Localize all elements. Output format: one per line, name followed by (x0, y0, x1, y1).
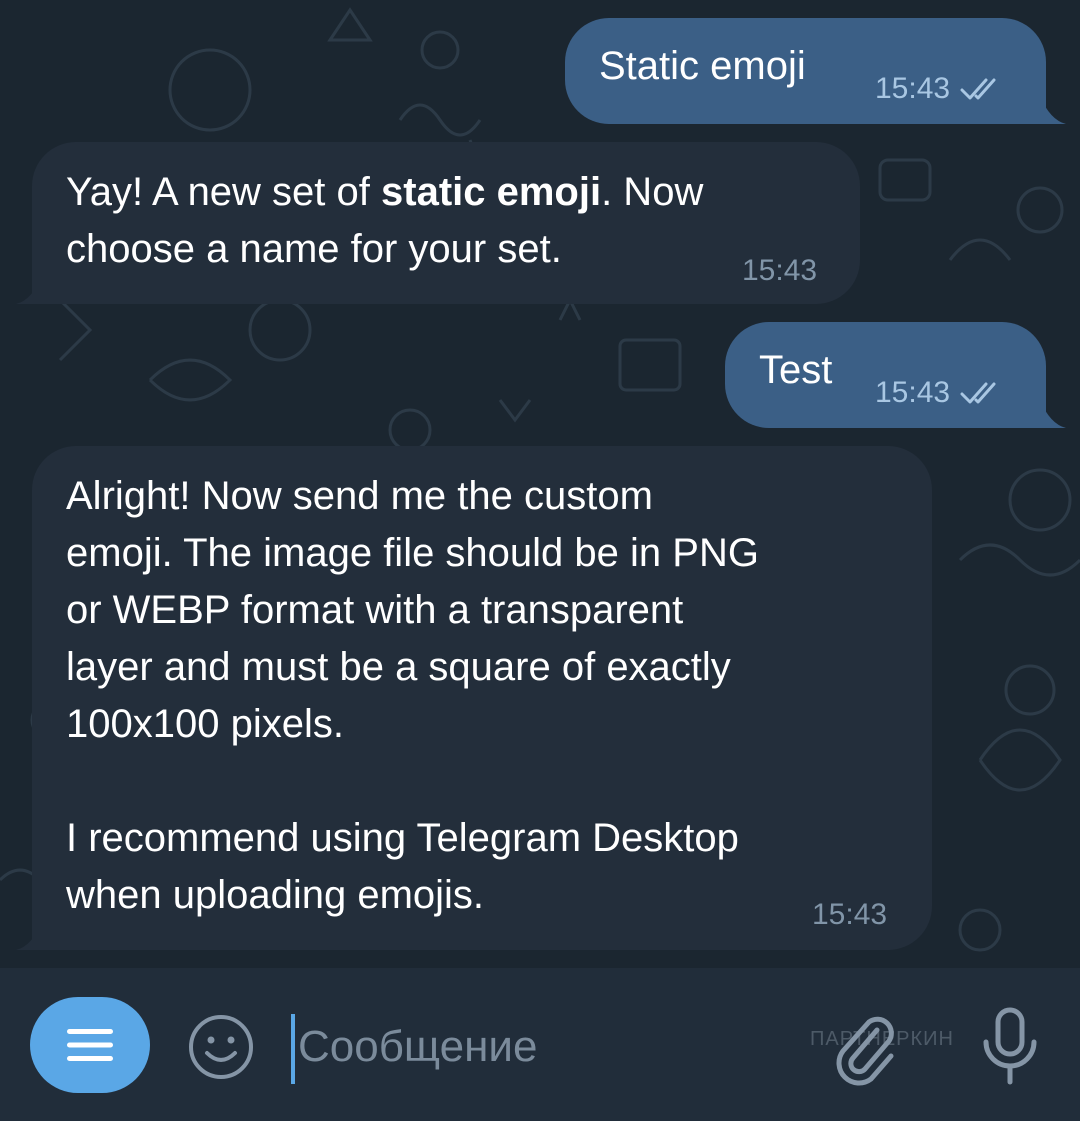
double-check-icon (960, 78, 996, 100)
message-time: 15:43 (742, 254, 818, 287)
message-composer: ПАРТНЕРКИН (0, 968, 1080, 1121)
bot-menu-button[interactable] (30, 997, 150, 1093)
message-meta: 15:43 (875, 376, 1002, 410)
chat-area[interactable]: Static emoji 15:43 Yay! A new set of sta… (0, 0, 1080, 968)
message-incoming[interactable]: Yay! A new set of static emoji. Now choo… (32, 142, 860, 304)
message-time: 15:43 (875, 376, 951, 409)
message-text: Test (759, 348, 833, 392)
double-check-icon (960, 382, 996, 404)
message-outgoing[interactable]: Test 15:43 (725, 322, 1046, 428)
message-meta: 15:43 (875, 72, 1002, 106)
message-input[interactable] (298, 1012, 778, 1082)
message-time: 15:43 (875, 72, 951, 105)
message-text: Yay! A new set of static emoji. Now choo… (66, 164, 703, 278)
message-outgoing[interactable]: Static emoji 15:43 (565, 18, 1046, 124)
text-cursor (291, 1014, 295, 1084)
message-text: Alright! Now send me the custom emoji. T… (66, 474, 759, 917)
message-meta: 15:43 (742, 254, 817, 288)
bubble-tail (16, 276, 42, 304)
message-text-part: Yay! A new set of (66, 170, 381, 214)
message-incoming[interactable]: Alright! Now send me the custom emoji. T… (32, 446, 932, 950)
message-time: 15:43 (812, 898, 888, 931)
bubble-tail (1040, 400, 1066, 428)
microphone-icon[interactable] (970, 1004, 1050, 1090)
message-text-bold: static emoji (381, 170, 602, 214)
bubble-tail (16, 922, 42, 950)
paperclip-icon[interactable] (825, 1008, 905, 1088)
message-text: Static emoji (599, 44, 806, 88)
menu-icon (67, 1029, 113, 1061)
smiley-icon[interactable] (186, 1012, 256, 1082)
message-meta: 15:43 (812, 898, 887, 932)
bubble-tail (1040, 96, 1066, 124)
